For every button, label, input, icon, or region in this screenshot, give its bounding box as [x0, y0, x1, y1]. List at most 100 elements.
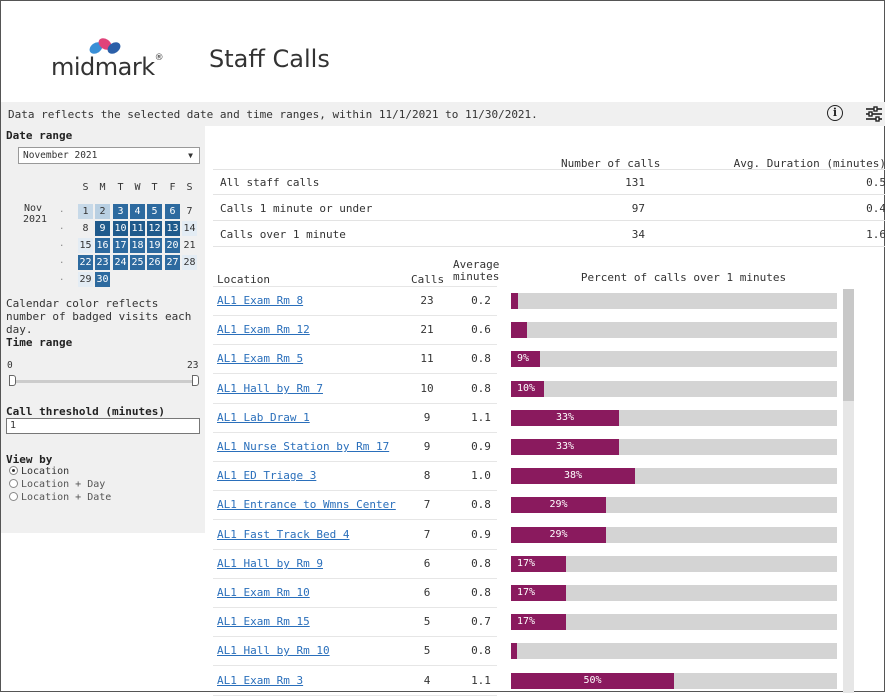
view-option-location-day[interactable]: Location + Day	[9, 479, 105, 490]
location-link[interactable]: AL1 Exam Rm 5	[217, 352, 303, 365]
percent-bar-track	[511, 643, 837, 659]
row-calls: 7	[423, 498, 431, 511]
row-divider	[213, 519, 497, 520]
calendar-day[interactable]: 19	[147, 238, 162, 253]
location-link[interactable]: AL1 Exam Rm 3	[217, 674, 303, 687]
time-range-slider[interactable]	[15, 380, 193, 383]
percent-bar: 29%	[511, 497, 606, 513]
info-bar: Data reflects the selected date and time…	[1, 102, 885, 126]
calendar-day[interactable]: 22	[78, 255, 93, 270]
row-calls: 23	[420, 294, 434, 307]
view-option-label: Location + Date	[21, 492, 112, 503]
location-link[interactable]: AL1 Exam Rm 12	[217, 323, 310, 336]
time-min-handle[interactable]	[9, 375, 16, 386]
calendar-day[interactable]: 10	[113, 221, 128, 236]
row-average-minutes: 0.8	[471, 382, 491, 395]
calendar-day[interactable]: 24	[113, 255, 128, 270]
header: midmark® Staff Calls	[1, 1, 885, 97]
location-link[interactable]: AL1 Exam Rm 10	[217, 586, 310, 599]
table-header-location: Location	[217, 273, 270, 286]
calendar-weekday: W	[134, 182, 141, 193]
location-link[interactable]: AL1 ED Triage 3	[217, 469, 316, 482]
row-average-minutes: 0.6	[471, 323, 491, 336]
calendar-day[interactable]: 20	[165, 238, 180, 253]
calendar-day[interactable]: 11	[130, 221, 145, 236]
percent-bar	[511, 322, 527, 338]
calendar-day[interactable]: 27	[165, 255, 180, 270]
summary-row-divider	[213, 220, 885, 221]
threshold-label: Call threshold (minutes)	[6, 405, 165, 418]
calendar-day[interactable]: 28	[182, 255, 197, 270]
month-select[interactable]: November 2021 ▼	[18, 147, 200, 164]
location-link[interactable]: AL1 Hall by Rm 10	[217, 644, 330, 657]
percent-bar-track: 33%	[511, 439, 837, 455]
location-link[interactable]: AL1 Fast Track Bed 4	[217, 528, 349, 541]
calendar-day[interactable]: 8	[78, 221, 93, 236]
date-range-label: Date range	[6, 129, 73, 142]
calendar-week-marker: .	[59, 273, 65, 283]
summary-row-label: All staff calls	[220, 176, 320, 189]
calendar-week-marker: .	[59, 205, 65, 215]
table-scroll-thumb[interactable]	[843, 289, 854, 401]
percent-bar-track	[511, 322, 837, 338]
calendar-day[interactable]: 4	[130, 204, 145, 219]
location-link[interactable]: AL1 Lab Draw 1	[217, 411, 310, 424]
month-select-value: November 2021	[23, 150, 98, 161]
location-link[interactable]: AL1 Hall by Rm 7	[217, 382, 323, 395]
calendar-day[interactable]: 23	[95, 255, 110, 270]
row-divider	[213, 490, 497, 491]
calendar-day[interactable]: 25	[130, 255, 145, 270]
percent-bar: 10%	[511, 381, 544, 397]
calendar-day[interactable]: 1	[78, 204, 93, 219]
calendar-day[interactable]: 18	[130, 238, 145, 253]
time-max-handle[interactable]	[192, 375, 199, 386]
location-link[interactable]: AL1 Exam Rm 15	[217, 615, 310, 628]
calendar-week-marker: .	[59, 222, 65, 232]
row-average-minutes: 0.9	[471, 440, 491, 453]
calendar-day[interactable]: 5	[147, 204, 162, 219]
view-option-label: Location + Day	[21, 479, 106, 490]
sliders-icon[interactable]	[865, 106, 883, 122]
calendar-weekday: M	[99, 182, 106, 193]
location-link[interactable]: AL1 Exam Rm 8	[217, 294, 303, 307]
row-divider	[213, 432, 497, 433]
calendar-day[interactable]: 15	[78, 238, 93, 253]
calendar-day[interactable]: 17	[113, 238, 128, 253]
percent-bar: 29%	[511, 527, 606, 543]
row-divider	[213, 403, 497, 404]
view-option-location-date[interactable]: Location + Date	[9, 492, 111, 503]
percent-bar-track: 10%	[511, 381, 837, 397]
summary-row-calls: 131	[625, 176, 645, 189]
calendar-day[interactable]: 2	[95, 204, 110, 219]
row-divider	[213, 578, 497, 579]
info-icon[interactable]: i	[827, 105, 843, 121]
calendar-year: 2021	[23, 214, 48, 225]
radio-button[interactable]	[9, 492, 18, 501]
calendar-day[interactable]: 14	[182, 221, 197, 236]
calendar-day[interactable]: 6	[165, 204, 180, 219]
summary-row-label: Calls over 1 minute	[220, 228, 346, 241]
threshold-input[interactable]: 1	[6, 418, 200, 434]
calendar-day[interactable]: 16	[95, 238, 110, 253]
location-link[interactable]: AL1 Hall by Rm 9	[217, 557, 323, 570]
radio-button[interactable]	[9, 466, 18, 475]
calendar-day[interactable]: 12	[147, 221, 162, 236]
calendar-day[interactable]: 30	[95, 272, 110, 287]
calendar-note: Calendar color reflects number of badged…	[6, 297, 192, 336]
row-divider	[213, 344, 497, 345]
view-option-location[interactable]: Location	[9, 466, 69, 477]
calendar-day[interactable]: 9	[95, 221, 110, 236]
calendar-day[interactable]: 7	[182, 204, 197, 219]
radio-button[interactable]	[9, 479, 18, 488]
location-link[interactable]: AL1 Nurse Station by Rm 17	[217, 440, 389, 453]
calendar-weekday: T	[117, 182, 124, 193]
calendar-day[interactable]: 13	[165, 221, 180, 236]
calendar-day[interactable]: 26	[147, 255, 162, 270]
calendar-day[interactable]: 21	[182, 238, 197, 253]
row-divider	[213, 461, 497, 462]
row-calls: 11	[420, 352, 434, 365]
calendar-day[interactable]: 29	[78, 272, 93, 287]
location-link[interactable]: AL1 Entrance to Wmns Center	[217, 498, 396, 511]
percent-bar: 38%	[511, 468, 635, 484]
calendar-day[interactable]: 3	[113, 204, 128, 219]
